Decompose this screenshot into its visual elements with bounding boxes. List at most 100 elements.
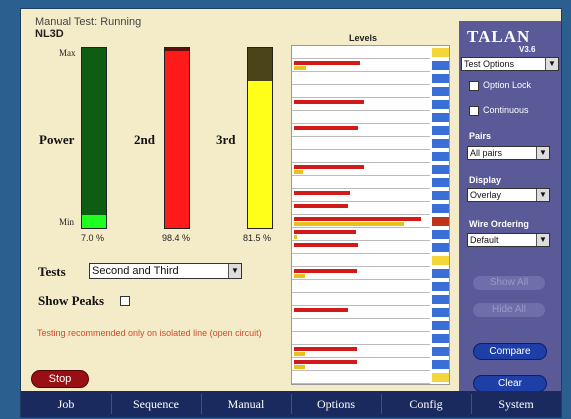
level-bar-yellow (294, 365, 305, 369)
test-options-select[interactable]: Test Options ▼ (461, 57, 559, 71)
level-bar-red (294, 204, 348, 208)
level-row (292, 163, 430, 176)
pairs-heading: Pairs (469, 131, 492, 141)
version-label: V3.6 (519, 45, 536, 54)
pair-indicator-chip (432, 373, 449, 382)
level-row (292, 72, 430, 85)
compare-button[interactable]: Compare (473, 343, 547, 360)
level-bar-yellow (294, 235, 297, 239)
level-row (292, 358, 430, 371)
levels-title: Levels (349, 33, 378, 43)
level-row (292, 280, 430, 293)
level-row (292, 59, 430, 72)
pair-indicator-chip (432, 347, 449, 356)
pair-indicator-chip (432, 269, 449, 278)
tab-options[interactable]: Options (291, 391, 381, 417)
second-label: 2nd (134, 132, 155, 147)
level-row (292, 150, 430, 163)
level-row (292, 241, 430, 254)
level-bar-yellow (294, 170, 304, 174)
level-bar-red (294, 230, 356, 234)
power-meter (81, 47, 107, 229)
tab-sequence[interactable]: Sequence (111, 391, 201, 417)
level-row (292, 85, 430, 98)
level-row (292, 332, 430, 345)
meter-min-label: Min (59, 217, 75, 227)
level-row (292, 46, 430, 59)
pairs-value: All pairs (470, 148, 503, 158)
power-meter-fill (82, 215, 106, 228)
pair-indicator-chip (432, 204, 449, 213)
level-row (292, 215, 430, 228)
pair-indicator-chip (432, 100, 449, 109)
tab-manual[interactable]: Manual (201, 391, 291, 417)
continuous-checkbox[interactable] (469, 106, 479, 116)
pair-indicator-chip (432, 308, 449, 317)
level-bar-red (294, 191, 351, 195)
level-row (292, 176, 430, 189)
level-bar-yellow (294, 222, 404, 226)
pair-indicator-chip (432, 217, 449, 226)
level-row (292, 345, 430, 358)
level-row (292, 306, 430, 319)
pair-indicator-chip (432, 256, 449, 265)
chevron-down-icon[interactable]: ▼ (536, 147, 549, 159)
level-row (292, 124, 430, 137)
level-row (292, 189, 430, 202)
pairs-select[interactable]: All pairs ▼ (467, 146, 550, 160)
wire-ordering-heading: Wire Ordering (469, 219, 529, 229)
display-value: Overlay (470, 190, 502, 200)
pair-indicator-chip (432, 321, 449, 330)
show-peaks-label: Show Peaks (38, 293, 105, 308)
level-row (292, 254, 430, 267)
sidebar: TALAN V3.6 Test Options ▼ Option Lock Co… (459, 21, 561, 392)
show-peaks-checkbox[interactable] (120, 296, 130, 306)
chevron-down-icon[interactable]: ▼ (545, 58, 558, 70)
chevron-down-icon[interactable]: ▼ (228, 264, 241, 278)
second-harmonic-meter (164, 47, 190, 229)
level-bar-red (294, 165, 364, 169)
pair-indicator-chip (432, 126, 449, 135)
level-bar-yellow (294, 274, 305, 278)
chevron-down-icon[interactable]: ▼ (536, 234, 549, 246)
hide-all-button[interactable]: Hide All (473, 303, 545, 317)
pair-indicator-chip (432, 178, 449, 187)
pair-indicator-chip (432, 360, 449, 369)
wire-ordering-value: Default (470, 235, 499, 245)
level-row (292, 111, 430, 124)
third-label: 3rd (216, 132, 236, 147)
level-row (292, 371, 430, 384)
show-all-button[interactable]: Show All (473, 276, 545, 290)
option-lock-label: Option Lock (483, 80, 532, 90)
chevron-down-icon[interactable]: ▼ (536, 189, 549, 201)
tab-system[interactable]: System (471, 391, 561, 417)
stop-button[interactable]: Stop (31, 370, 89, 388)
pair-indicator-chip (432, 152, 449, 161)
tests-select-value: Second and Third (92, 265, 179, 277)
display-select[interactable]: Overlay ▼ (467, 188, 550, 202)
display-heading: Display (469, 175, 502, 185)
pair-indicator-chip (432, 61, 449, 70)
levels-panel (291, 45, 450, 385)
level-bar-red (294, 347, 357, 351)
test-status: Manual Test: Running (35, 16, 142, 28)
pair-indicator-chip (432, 139, 449, 148)
power-label: Power (39, 132, 75, 147)
level-row (292, 267, 430, 280)
third-percent: 81.5 % (243, 233, 272, 243)
clear-button[interactable]: Clear (473, 375, 547, 392)
tab-config[interactable]: Config (381, 391, 471, 417)
third-meter-fill (248, 81, 272, 228)
tests-select[interactable]: Second and Third ▼ (89, 263, 242, 279)
option-lock-checkbox[interactable] (469, 81, 479, 91)
level-bar-red (294, 269, 357, 273)
pair-indicator-chip (432, 191, 449, 200)
level-bar-red (294, 61, 360, 65)
pair-indicator-chip (432, 74, 449, 83)
wire-ordering-select[interactable]: Default ▼ (467, 233, 550, 247)
tab-job[interactable]: Job (21, 391, 111, 417)
warning-text: Testing recommended only on isolated lin… (37, 328, 262, 338)
level-bar-red (294, 243, 359, 247)
level-bar-red (294, 360, 357, 364)
bottom-nav: Job Sequence Manual Options Config Syste… (21, 391, 561, 417)
